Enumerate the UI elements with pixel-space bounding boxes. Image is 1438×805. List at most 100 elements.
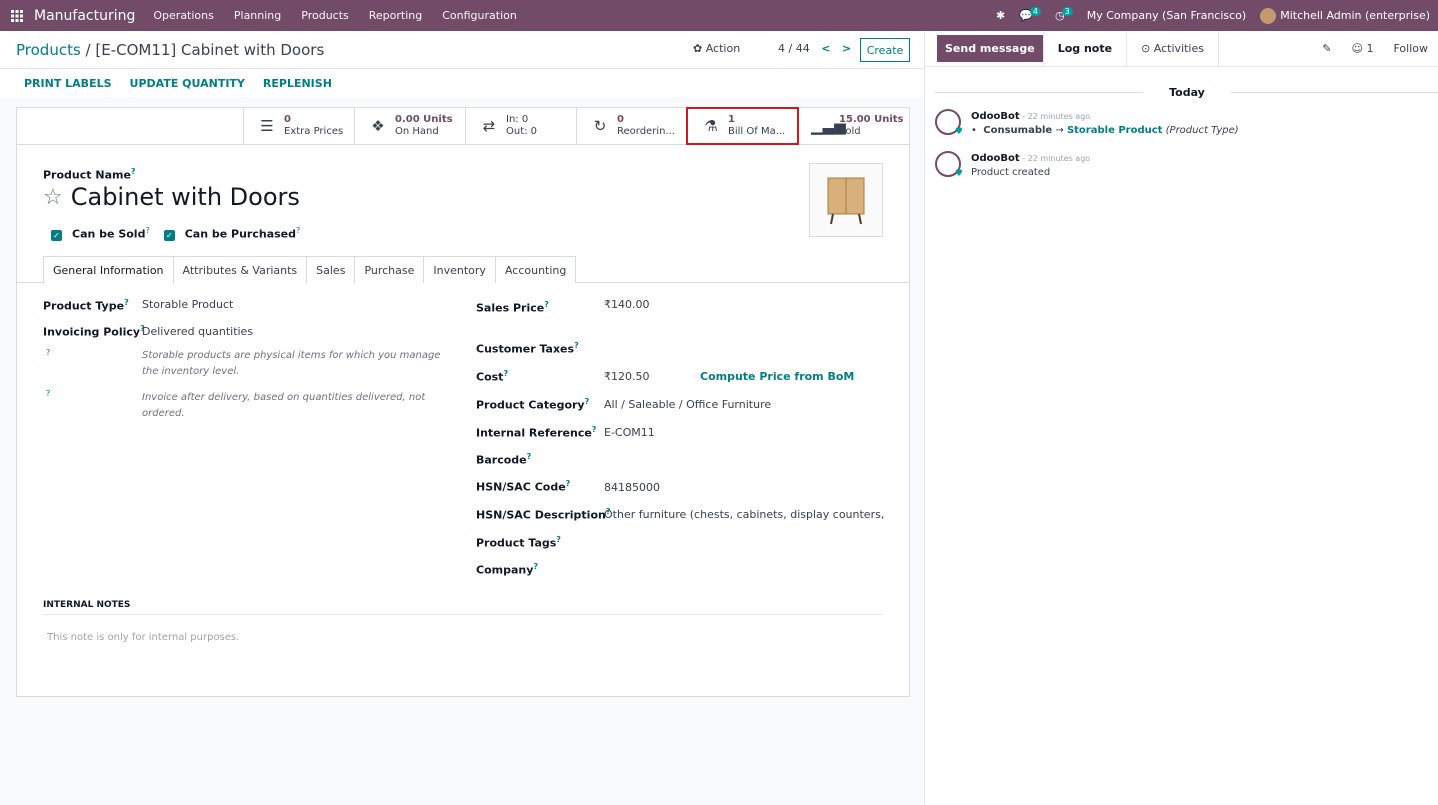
hsn-code-input[interactable]: 84185000 xyxy=(604,481,660,494)
apps-menu-icon[interactable] xyxy=(0,9,34,22)
sales-price-input[interactable]: ₹140.00 xyxy=(604,298,650,311)
top-navbar: Manufacturing Operations Planning Produc… xyxy=(0,0,1438,31)
tab-sales[interactable]: Sales xyxy=(306,256,356,283)
company-switcher[interactable]: My Company (San Francisco) xyxy=(1087,9,1246,22)
replenish-button[interactable]: REPLENISH xyxy=(263,77,332,90)
product-name-label: Product Name? xyxy=(43,167,136,182)
signal-icon: ▁▃▅ xyxy=(811,117,846,135)
chatter-panel: Send message Log note ⊙ Activities ✎ ☺ 1… xyxy=(924,30,1438,805)
stat-label: Reorderin... xyxy=(617,126,675,137)
stat-value: 0 xyxy=(617,114,624,125)
followers-count: 1 xyxy=(1366,42,1374,55)
menu-reporting[interactable]: Reporting xyxy=(369,9,422,22)
bug-icon[interactable]: ✱ xyxy=(996,9,1005,22)
customer-taxes-input[interactable] xyxy=(604,341,884,355)
odoobot-avatar[interactable] xyxy=(935,151,963,179)
user-menu[interactable]: Mitchell Admin (enterprise) xyxy=(1260,7,1430,24)
menu-configuration[interactable]: Configuration xyxy=(442,9,517,22)
invoicing-policy-label: Invoicing Policy? xyxy=(43,324,145,339)
activities-button[interactable]: ⊙ Activities xyxy=(1127,30,1219,67)
internal-reference-label: Internal Reference? xyxy=(476,425,597,440)
message-body: Product created xyxy=(971,167,1051,178)
barcode-input[interactable] xyxy=(604,452,884,466)
reordering-button[interactable]: ↻ 0 Reorderin... xyxy=(576,108,687,144)
action-menu-button[interactable]: ✿ Action xyxy=(693,42,740,55)
breadcrumb: Products / [E-COM11] Cabinet with Doors xyxy=(16,41,324,59)
tab-accounting[interactable]: Accounting xyxy=(494,256,577,283)
can-be-purchased-field[interactable]: ✓ Can be Purchased? xyxy=(163,226,300,241)
clock-icon[interactable]: ◷3 xyxy=(1055,7,1073,22)
invoicing-policy-select[interactable]: Delivered quantities xyxy=(142,325,253,338)
tab-inventory[interactable]: Inventory xyxy=(423,256,496,283)
control-panel: Products / [E-COM11] Cabinet with Doors … xyxy=(0,31,924,69)
company-label: Company? xyxy=(476,562,539,577)
product-type-select[interactable]: Storable Product xyxy=(142,298,233,311)
stat-value: 1 xyxy=(728,114,735,125)
followers-button[interactable]: ☺ 1 xyxy=(1352,42,1374,55)
notebook-tabs: General Information Attributes & Variant… xyxy=(17,256,909,284)
stat-label: Extra Prices xyxy=(284,126,344,137)
pager-value[interactable]: 4 / 44 xyxy=(778,42,810,55)
messages-icon[interactable]: 💬4 xyxy=(1019,7,1042,22)
extra-prices-button[interactable]: ☰ 0 Extra Prices xyxy=(243,108,354,144)
print-labels-button[interactable]: PRINT LABELS xyxy=(24,77,112,90)
chatter-message: OdooBot - 22 minutes ago • Consumable → … xyxy=(935,109,1239,137)
smart-buttons: ☰ 0 Extra Prices ❖ 0.00 Units On Hand ⇄ In… xyxy=(17,107,909,145)
pager-next-icon[interactable]: > xyxy=(842,42,851,55)
bill-of-materials-button[interactable]: ⚗ 1 Bill Of Ma... xyxy=(686,107,799,145)
tab-general-information[interactable]: General Information xyxy=(43,256,174,284)
follow-button[interactable]: Follow xyxy=(1393,42,1428,55)
product-type-label: Product Type? xyxy=(43,298,129,313)
status-bar: PRINT LABELS UPDATE QUANTITY REPLENISH xyxy=(0,69,924,97)
update-quantity-button[interactable]: UPDATE QUANTITY xyxy=(130,77,245,90)
breadcrumb-separator: / xyxy=(80,40,96,59)
message-time: - 22 minutes ago xyxy=(1019,112,1091,121)
on-hand-button[interactable]: ❖ 0.00 Units On Hand xyxy=(354,108,465,144)
stat-label: Bill Of Ma... xyxy=(728,126,786,137)
menu-operations[interactable]: Operations xyxy=(153,9,213,22)
help-icon: ? xyxy=(46,348,51,357)
can-be-purchased-checkbox[interactable]: ✓ xyxy=(163,229,175,241)
stat-label: Sold xyxy=(839,126,861,137)
message-author[interactable]: OdooBot xyxy=(971,111,1020,122)
stat-value: 0.00 Units xyxy=(395,114,453,125)
in-out-button[interactable]: ⇄ In: 0 Out: 0 xyxy=(465,108,576,144)
log-note-button[interactable]: Log note xyxy=(1042,30,1128,67)
breadcrumb-products-link[interactable]: Products xyxy=(16,41,81,59)
odoobot-avatar[interactable] xyxy=(935,109,963,137)
menu-products[interactable]: Products xyxy=(301,9,349,22)
sold-button[interactable]: ▁▃▅ 15.00 Units Sold xyxy=(798,108,909,144)
breadcrumb-current: [E-COM11] Cabinet with Doors xyxy=(95,40,325,59)
can-be-sold-field[interactable]: ✓ Can be Sold? xyxy=(51,226,150,241)
hsn-description-input[interactable]: Other furniture (chests, cabinets, displ… xyxy=(604,508,884,521)
product-category-label: Product Category? xyxy=(476,397,590,412)
send-message-button[interactable]: Send message xyxy=(937,35,1043,62)
internal-reference-input[interactable]: E-COM11 xyxy=(604,426,655,439)
compute-price-from-bom-button[interactable]: Compute Price from BoM xyxy=(700,370,854,383)
app-name[interactable]: Manufacturing xyxy=(34,8,135,24)
pager-previous-icon[interactable]: < xyxy=(821,42,830,55)
can-be-sold-checkbox[interactable]: ✓ xyxy=(51,229,62,241)
tab-purchase[interactable]: Purchase xyxy=(354,256,425,283)
product-name-input[interactable]: Cabinet with Doors xyxy=(71,183,300,211)
stat-in: In: 0 xyxy=(506,114,529,125)
messages-badge: 4 xyxy=(1029,7,1042,16)
create-button[interactable]: Create xyxy=(860,38,910,62)
product-tags-input[interactable] xyxy=(604,535,884,549)
product-category-select[interactable]: All / Saleable / Office Furniture xyxy=(604,398,771,411)
menu-planning[interactable]: Planning xyxy=(234,9,281,22)
tab-attributes-variants[interactable]: Attributes & Variants xyxy=(172,256,308,283)
company-input[interactable] xyxy=(604,562,884,576)
internal-notes-header: INTERNAL NOTES xyxy=(43,600,883,615)
favorite-star-icon[interactable]: ☆ xyxy=(43,185,63,210)
message-author[interactable]: OdooBot xyxy=(971,153,1020,164)
arrows-icon: ⇄ xyxy=(482,117,496,135)
product-image[interactable] xyxy=(809,163,883,237)
paperclip-icon[interactable]: ✎ xyxy=(1322,42,1331,55)
internal-notes-input[interactable]: This note is only for internal purposes. xyxy=(47,632,239,643)
cost-input[interactable]: ₹120.50 xyxy=(604,370,650,383)
customer-taxes-label: Customer Taxes? xyxy=(476,341,579,356)
tracking-value: • Consumable → Storable Product (Product… xyxy=(971,125,1239,136)
stat-value: 15.00 Units xyxy=(839,114,904,125)
sales-price-label: Sales Price? xyxy=(476,300,549,315)
